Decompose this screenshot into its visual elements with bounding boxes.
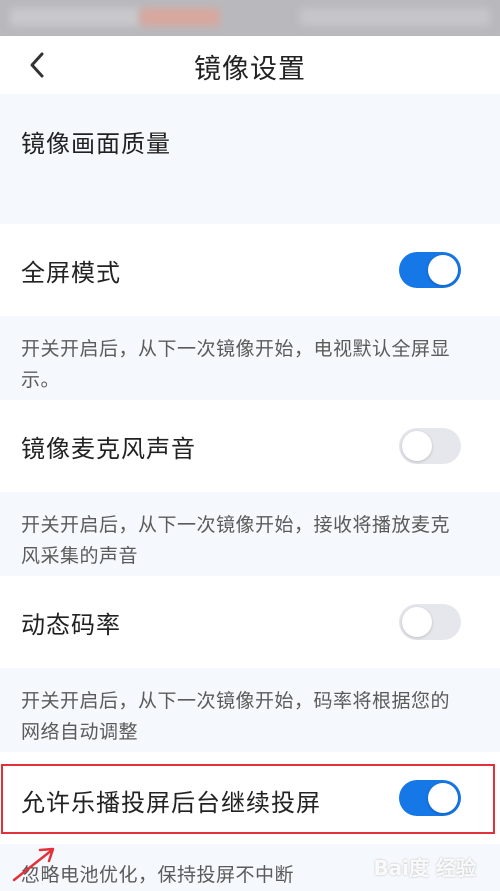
fullscreen-setting-row: 全屏模式 bbox=[0, 224, 500, 316]
watermark-logo: Bai度 经验 bbox=[373, 856, 476, 880]
background-cast-label: 允许乐播投屏后台继续投屏 bbox=[21, 789, 321, 817]
fullscreen-label: 全屏模式 bbox=[21, 259, 121, 287]
mic-sound-label: 镜像麦克风声音 bbox=[21, 435, 196, 463]
quality-label: 镜像画面质量 bbox=[21, 130, 171, 158]
fullscreen-toggle[interactable] bbox=[399, 252, 461, 288]
mic-sound-description: 开关开启后，从下一次镜像开始，接收将播放麦克风采集的声音 bbox=[21, 514, 451, 567]
mic-sound-toggle[interactable] bbox=[399, 428, 461, 464]
quality-setting-row[interactable]: 镜像画面质量 bbox=[0, 94, 500, 222]
toggle-knob bbox=[402, 607, 432, 637]
dynamic-bitrate-label: 动态码率 bbox=[21, 611, 121, 639]
background-cast-toggle[interactable] bbox=[399, 780, 461, 816]
dynamic-bitrate-toggle[interactable] bbox=[399, 604, 461, 640]
mic-sound-description-block: 开关开启后，从下一次镜像开始，接收将播放麦克风采集的声音 bbox=[0, 492, 500, 576]
status-bar-blur bbox=[10, 8, 140, 26]
dynamic-bitrate-description-block: 开关开启后，从下一次镜像开始，码率将根据您的网络自动调整 bbox=[0, 668, 500, 752]
fullscreen-description: 开关开启后，从下一次镜像开始，电视默认全屏显示。 bbox=[21, 338, 451, 391]
dynamic-bitrate-setting-row: 动态码率 bbox=[0, 576, 500, 668]
mic-sound-setting-row: 镜像麦克风声音 bbox=[0, 400, 500, 492]
status-bar-blur bbox=[300, 8, 490, 26]
page-title: 镜像设置 bbox=[194, 54, 306, 85]
fullscreen-description-block: 开关开启后，从下一次镜像开始，电视默认全屏显示。 bbox=[0, 316, 500, 400]
dynamic-bitrate-description: 开关开启后，从下一次镜像开始，码率将根据您的网络自动调整 bbox=[21, 690, 451, 743]
toggle-knob bbox=[402, 431, 432, 461]
status-bar-blur bbox=[140, 8, 220, 26]
toggle-knob bbox=[428, 783, 458, 813]
background-cast-setting-row: 允许乐播投屏后台继续投屏 bbox=[0, 752, 500, 844]
toggle-knob bbox=[428, 255, 458, 285]
header: 镜像设置 bbox=[0, 36, 500, 94]
status-bar bbox=[0, 0, 500, 36]
